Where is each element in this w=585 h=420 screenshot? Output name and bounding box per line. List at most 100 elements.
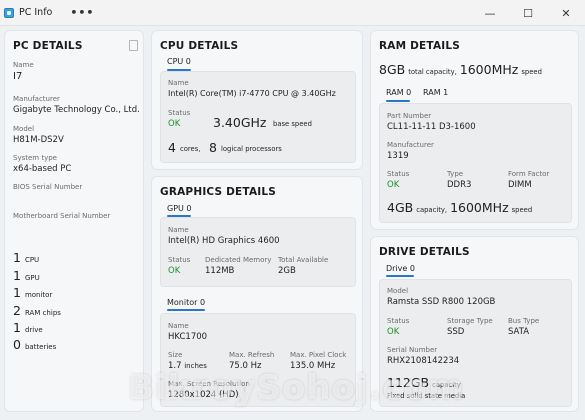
monitor-name-label: Name xyxy=(168,322,189,330)
gpu-status-label: Status xyxy=(168,256,191,264)
drive-capacity-row: 112GB capacity xyxy=(387,375,461,390)
cpu-status-value: OK xyxy=(168,119,181,129)
copy-icon[interactable] xyxy=(126,40,138,57)
count-batteries: 0 batteries xyxy=(13,337,56,352)
monitor-size-number: 1.7 xyxy=(168,361,182,371)
count-ram-chips: 2 RAM chips xyxy=(13,303,61,318)
pc-system-type-value: x64-based PC xyxy=(13,164,72,174)
ram-type-label: Type xyxy=(447,170,464,178)
ram-form-value: DIMM xyxy=(508,180,532,190)
cpu-0-panel: Name Intel(R) Core(TM) i7-4770 CPU @ 3.4… xyxy=(160,71,356,163)
gpu-dedicated-label: Dedicated Memory xyxy=(205,256,272,264)
count-drive-num: 1 xyxy=(13,320,21,335)
cpu-name-value: Intel(R) Core(TM) i7-4770 CPU @ 3.40GHz xyxy=(168,89,336,98)
count-monitor-num: 1 xyxy=(13,285,21,300)
drive-capacity-value: 112GB xyxy=(387,375,430,390)
ram-capacity-value: 8GB xyxy=(379,62,406,77)
ram-0-panel: Part Number CL11-11-11 D3-1600 Manufactu… xyxy=(379,103,572,223)
ram-chip-capacity-label: capacity, xyxy=(416,206,448,214)
monitor-size-unit: inches xyxy=(184,362,207,370)
pc-model-label: Model xyxy=(13,125,35,133)
cpu-cores-value: 4 xyxy=(168,140,176,155)
pc-manufacturer-label: Manufacturer xyxy=(13,95,60,103)
ram-capacity-label: total capacity, xyxy=(408,68,457,76)
minimize-button[interactable]: — xyxy=(471,0,509,26)
pc-bios-serial-label: BIOS Serial Number xyxy=(13,183,83,191)
gpu-name-label: Name xyxy=(168,226,189,234)
monitor-resolution-value: 1280x1024 (HD) xyxy=(168,390,239,400)
drive-serial-label: Serial Number xyxy=(387,346,438,354)
cpu-details-title: CPU DETAILS xyxy=(160,40,239,52)
monitor-refresh-label: Max. Refresh xyxy=(229,351,275,359)
graphics-details-title: GRAPHICS DETAILS xyxy=(160,186,277,198)
pc-name-label: Name xyxy=(13,61,34,69)
tab-ram-1[interactable]: RAM 1 xyxy=(423,88,448,97)
ram-manufacturer-value: 1319 xyxy=(387,151,409,161)
tab-cpu-0[interactable]: CPU 0 xyxy=(167,57,191,66)
drive-model-value: Ramsta SSD R800 120GB xyxy=(387,297,496,307)
monitor-name-value: HKC1700 xyxy=(168,332,208,342)
count-cpu: 1 CPU xyxy=(13,250,39,265)
count-gpu-label: GPU xyxy=(24,274,40,282)
drive-storage-label: Storage Type xyxy=(447,317,493,325)
monitor-0-panel: Name HKC1700 Size 1.7 inches Max. Refres… xyxy=(160,313,356,407)
drive-status-label: Status xyxy=(387,317,410,325)
drive-storage-value: SSD xyxy=(447,327,465,337)
pc-name-value: I7 xyxy=(13,71,23,82)
cpu-speed-value: 3.40GHz xyxy=(213,115,267,130)
pc-model-value: H81M-DS2V xyxy=(13,135,64,145)
monitor-pixel-value: 135.0 MHz xyxy=(290,361,336,371)
tab-gpu-0[interactable]: GPU 0 xyxy=(167,204,192,213)
ram-speed-value: 1600MHz xyxy=(459,62,519,77)
count-cpu-num: 1 xyxy=(13,250,21,265)
tab-ram-0-underline xyxy=(386,100,410,102)
count-ram-num: 2 xyxy=(13,303,21,318)
ram-form-label: Form Factor xyxy=(508,170,550,178)
count-gpu: 1 GPU xyxy=(13,268,40,283)
count-monitor: 1 monitor xyxy=(13,285,52,300)
ram-speed-label: speed xyxy=(521,68,542,76)
cpu-cores-label: cores, xyxy=(180,145,201,153)
pc-system-type-label: System type xyxy=(13,154,57,162)
ram-chip-speed-label: speed xyxy=(511,206,533,214)
ram-part-label: Part Number xyxy=(387,112,432,120)
tab-drive-0[interactable]: Drive 0 xyxy=(386,264,415,273)
pc-details-title: PC DETAILS xyxy=(13,40,83,52)
ram-status-value: OK xyxy=(387,180,400,190)
count-batteries-num: 0 xyxy=(13,337,21,352)
drive-capacity-label: capacity xyxy=(432,381,461,389)
pc-manufacturer-value: Gigabyte Technology Co., Ltd. xyxy=(13,105,140,115)
pc-motherboard-serial-label: Motherboard Serial Number xyxy=(13,212,111,220)
drive-bus-label: Bus Type xyxy=(508,317,540,325)
monitor-size-value: 1.7 inches xyxy=(168,361,207,371)
drive-media-value: Fixed solid state media xyxy=(387,392,466,400)
close-button[interactable]: ✕ xyxy=(547,0,585,26)
ram-manufacturer-label: Manufacturer xyxy=(387,141,434,149)
tab-monitor-0-underline xyxy=(167,309,205,311)
more-options-button[interactable]: ••• xyxy=(70,7,94,18)
title-bar: PC Info ••• — ☐ ✕ xyxy=(0,0,585,26)
gpu-total-value: 2GB xyxy=(278,266,296,276)
ram-status-label: Status xyxy=(387,170,410,178)
cpu-logical-value: 8 xyxy=(209,140,217,155)
cpu-status-label: Status xyxy=(168,109,191,117)
ram-details-card: RAM DETAILS 8GB total capacity, 1600MHz … xyxy=(370,30,579,230)
graphics-details-card: GRAPHICS DETAILS GPU 0 Name Intel(R) HD … xyxy=(151,176,363,412)
maximize-button[interactable]: ☐ xyxy=(509,0,547,26)
drive-serial-value: RHX2108142234 xyxy=(387,356,460,366)
count-cpu-label: CPU xyxy=(24,256,40,264)
gpu-status-value: OK xyxy=(168,266,181,276)
cpu-speed-label: base speed xyxy=(273,120,312,128)
ram-chip-summary: 4GB capacity, 1600MHz speed xyxy=(387,200,532,215)
drive-bus-value: SATA xyxy=(508,327,530,337)
window-title: PC Info xyxy=(19,7,53,18)
drive-model-label: Model xyxy=(387,287,409,295)
monitor-pixel-label: Max. Pixel Clock xyxy=(290,351,347,359)
gpu-total-label: Total Available xyxy=(278,256,329,264)
tab-ram-0[interactable]: RAM 0 xyxy=(386,88,411,97)
count-batteries-label: batteries xyxy=(24,343,57,351)
gpu-dedicated-value: 112MB xyxy=(205,266,235,276)
gpu-name-value: Intel(R) HD Graphics 4600 xyxy=(168,236,280,246)
tab-monitor-0[interactable]: Monitor 0 xyxy=(167,298,205,307)
monitor-refresh-value: 75.0 Hz xyxy=(229,361,262,371)
